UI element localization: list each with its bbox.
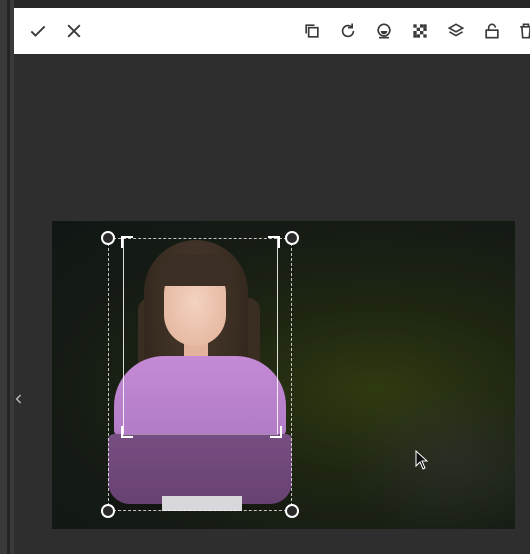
layers-button[interactable] xyxy=(444,19,468,43)
trash-icon xyxy=(520,23,530,39)
duplicate-button[interactable] xyxy=(300,19,324,43)
resize-handle-bottom-right[interactable] xyxy=(285,504,299,518)
resize-handle-top-left[interactable] xyxy=(101,231,115,245)
crop-corner-top-left[interactable] xyxy=(121,236,133,248)
check-icon xyxy=(30,25,46,37)
mask-button[interactable] xyxy=(372,19,396,43)
transparency-button[interactable] xyxy=(408,19,432,43)
copy-icon xyxy=(305,24,319,38)
crop-corner-top-right[interactable] xyxy=(268,236,280,248)
rotate-button[interactable] xyxy=(336,19,360,43)
close-icon xyxy=(67,24,81,38)
crop-corner-bottom-right[interactable] xyxy=(270,426,282,438)
confirm-button[interactable] xyxy=(26,19,50,43)
layers-icon xyxy=(447,23,465,37)
rotate-icon xyxy=(341,23,355,38)
lock-icon xyxy=(485,23,499,39)
crop-corner-bottom-left[interactable] xyxy=(121,426,133,438)
crop-frame[interactable] xyxy=(123,238,278,435)
resize-handle-bottom-left[interactable] xyxy=(101,504,115,518)
left-rail-divider xyxy=(7,0,10,554)
resize-handle-top-right[interactable] xyxy=(285,231,299,245)
lock-button[interactable] xyxy=(480,19,504,43)
checkerboard-icon xyxy=(413,24,427,38)
mask-icon xyxy=(377,23,391,39)
cancel-button[interactable] xyxy=(62,19,86,43)
mouse-pointer-icon xyxy=(415,450,429,470)
chevron-left-icon xyxy=(15,394,22,404)
window-top-strip xyxy=(0,0,530,8)
delete-button[interactable] xyxy=(516,19,530,43)
collapse-panel-button[interactable] xyxy=(12,390,26,408)
edit-toolbar xyxy=(14,8,530,54)
